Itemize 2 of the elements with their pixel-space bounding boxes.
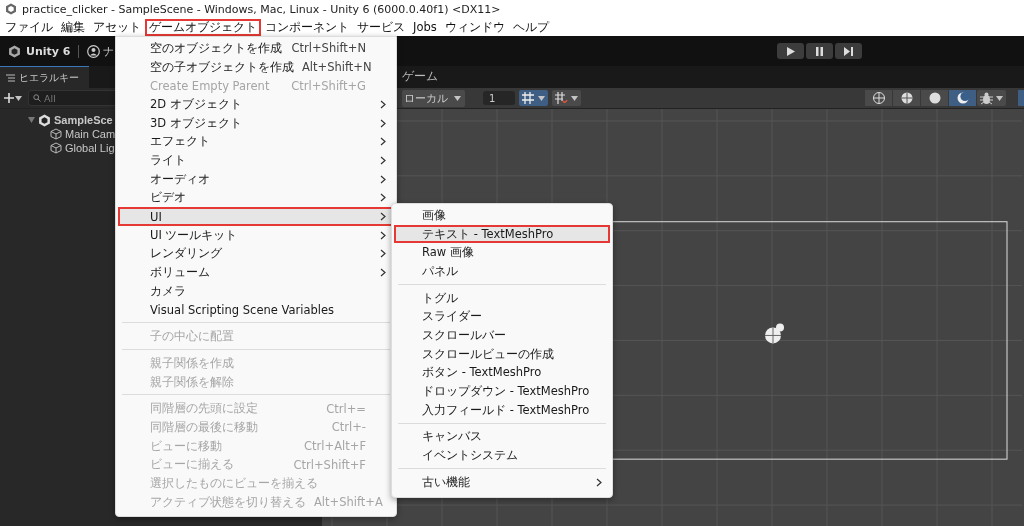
brand-name: Unity 6 (26, 44, 71, 58)
window-title: practice_clicker - SampleScene - Windows, Mac, Linux - Unity 6 (6000.0.40f1) <DX11> (22, 2, 501, 16)
